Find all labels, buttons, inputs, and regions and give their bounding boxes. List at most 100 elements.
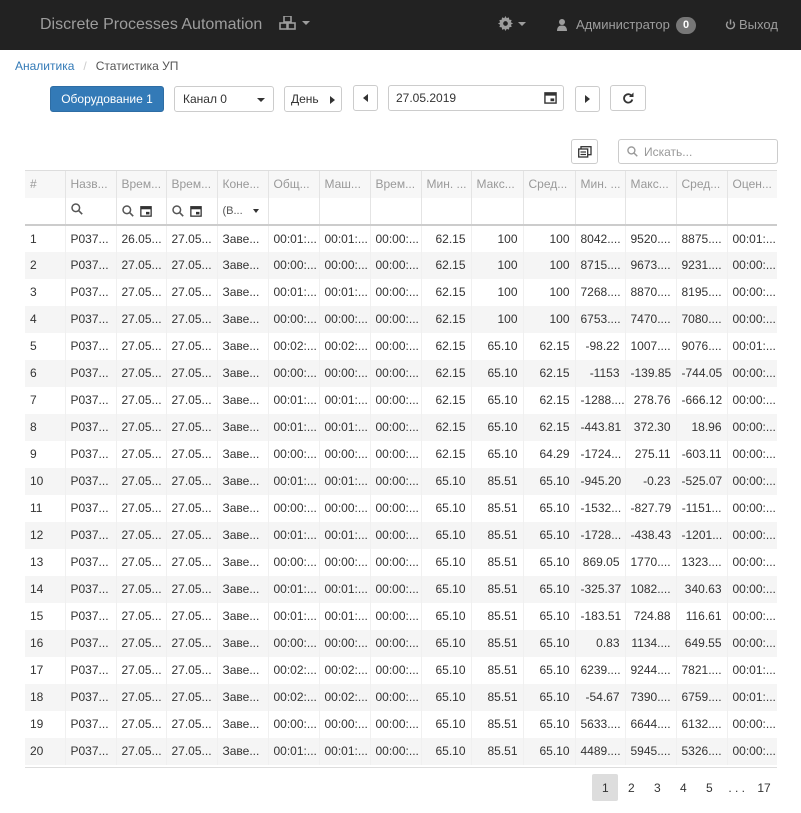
filter-cell-name[interactable] xyxy=(64,197,116,226)
cell-time: 00:00:... xyxy=(369,548,421,576)
filter-cell-end-time[interactable] xyxy=(165,197,217,226)
calendar-icon[interactable] xyxy=(544,91,557,104)
equipment-button[interactable]: Оборудование 1 xyxy=(50,86,164,112)
nav-settings-dropdown[interactable] xyxy=(498,16,526,31)
table-row[interactable]: 12 P037... 27.05... 27.05... Заве... 00:01:..… xyxy=(25,521,777,549)
cell-estimate: 00:00:... xyxy=(726,710,777,738)
table-row[interactable]: 16 P037... 27.05... 27.05... Заве... 00:00:..… xyxy=(25,629,777,657)
cell-machine-time: 00:01:... xyxy=(318,602,370,630)
table-row[interactable]: 5 P037... 27.05... 27.05... Заве... 00:02:...… xyxy=(25,332,777,360)
column-header-time[interactable]: Врем... xyxy=(369,170,421,198)
table-row[interactable]: 14 P037... 27.05... 27.05... Заве... 00:01:..… xyxy=(25,575,777,603)
date-input[interactable]: 27.05.2019 xyxy=(388,85,564,111)
calendar-icon[interactable] xyxy=(189,205,202,217)
column-header-min-2[interactable]: Мин. ... xyxy=(574,170,625,198)
filter-cell xyxy=(369,197,421,226)
nav-modules-dropdown[interactable] xyxy=(279,16,310,30)
cell-index: 14 xyxy=(25,575,65,603)
table-row[interactable]: 7 P037... 27.05... 27.05... Заве... 00:01:...… xyxy=(25,386,777,414)
filter-cell-end-status[interactable]: (В... xyxy=(216,197,268,226)
cell-total-time: 00:00:... xyxy=(267,710,319,738)
column-header-name[interactable]: Назв... xyxy=(64,170,116,198)
cell-avg-2: -1201... xyxy=(675,521,727,549)
table-row[interactable]: 18 P037... 27.05... 27.05... Заве... 00:02:..… xyxy=(25,683,777,711)
period-select[interactable]: День xyxy=(284,86,342,112)
search-icon[interactable] xyxy=(70,203,83,215)
page-button[interactable]: 3 xyxy=(644,774,670,801)
cell-min-2: 5633.... xyxy=(574,710,625,738)
cell-min-1: 65.10 xyxy=(420,494,471,522)
column-header-index[interactable]: # xyxy=(25,170,65,198)
cell-end-time: 27.05... xyxy=(165,305,217,333)
search-box[interactable]: Искать... xyxy=(618,139,778,164)
page-button-last[interactable]: 17 xyxy=(751,774,777,801)
column-header-avg-2[interactable]: Сред... xyxy=(675,170,727,198)
cell-avg-1: 65.10 xyxy=(522,467,575,495)
table-row[interactable]: 20 P037... 27.05... 27.05... Заве... 00:01:..… xyxy=(25,737,777,765)
table-row[interactable]: 4 P037... 27.05... 27.05... Заве... 00:00:...… xyxy=(25,305,777,333)
cell-end-time: 27.05... xyxy=(165,278,217,306)
column-header-avg-1[interactable]: Сред... xyxy=(522,170,575,198)
search-icon[interactable] xyxy=(121,204,134,217)
cell-index: 9 xyxy=(30,447,37,461)
column-header-end-time[interactable]: Врем... xyxy=(165,170,217,198)
filter-cell-start-time[interactable] xyxy=(115,197,166,226)
page-button[interactable]: 4 xyxy=(670,774,696,801)
cell-index: 20 xyxy=(25,737,65,765)
table-row[interactable]: 3 P037... 27.05... 27.05... Заве... 00:01:...… xyxy=(25,278,777,306)
cell-avg-1: 65.10 xyxy=(522,521,575,549)
cell-machine-time: 00:01:... xyxy=(318,575,370,603)
cell-end-status: Заве... xyxy=(216,359,268,387)
cell-end-status: Заве... xyxy=(216,440,268,468)
cell-time: 00:00:... xyxy=(369,602,421,630)
search-input[interactable]: Искать... xyxy=(644,145,692,159)
table-row[interactable]: 13 P037... 27.05... 27.05... Заве... 00:00:..… xyxy=(25,548,777,576)
page-button[interactable]: 5 xyxy=(696,774,722,801)
column-header-start-time[interactable]: Врем... xyxy=(115,170,166,198)
cell-avg-2: 649.55 xyxy=(675,629,727,657)
breadcrumb-analytics[interactable]: Аналитика xyxy=(15,59,74,73)
cell-machine-time: 00:00:... xyxy=(318,548,370,576)
column-header-machine-time[interactable]: Маш... xyxy=(318,170,370,198)
cell-time: 00:00:... xyxy=(369,710,421,738)
table-row[interactable]: 8 P037... 27.05... 27.05... Заве... 00:01:...… xyxy=(25,413,777,441)
page-button[interactable]: 1 xyxy=(592,774,619,801)
table-row[interactable]: 10 P037... 27.05... 27.05... Заве... 00:01:..… xyxy=(25,467,777,495)
table-row[interactable]: 17 P037... 27.05... 27.05... Заве... 00:02:..… xyxy=(25,656,777,684)
calendar-icon[interactable] xyxy=(139,205,152,217)
column-header-estimate[interactable]: Оцен... xyxy=(726,170,777,198)
cell-avg-1: 65.10 xyxy=(522,737,575,765)
table-row[interactable]: 9 P037... 27.05... 27.05... Заве... 00:00:...… xyxy=(25,440,777,468)
cell-min-2: -325.37 xyxy=(574,575,625,603)
column-header-min-1[interactable]: Мин. ... xyxy=(420,170,471,198)
cell-max-2: 9673.... xyxy=(624,251,676,279)
refresh-button[interactable] xyxy=(610,85,646,111)
logout-link[interactable]: Выход xyxy=(725,17,778,32)
search-icon[interactable] xyxy=(171,204,184,217)
cell-end-time: 27.05... xyxy=(165,440,217,468)
cell-min-2: 0.83 xyxy=(574,629,625,657)
page-button[interactable]: 2 xyxy=(618,774,644,801)
column-header-max-1[interactable]: Макс... xyxy=(470,170,523,198)
table-row[interactable]: 1 P037... 26.05... 27.05... Заве... 00:01:...… xyxy=(25,224,777,252)
table-row[interactable]: 19 P037... 27.05... 27.05... Заве... 00:00:..… xyxy=(25,710,777,738)
table-row[interactable]: 6 P037... 27.05... 27.05... Заве... 00:00:...… xyxy=(25,359,777,387)
table-row[interactable]: 11 P037... 27.05... 27.05... Заве... 00:00:..… xyxy=(25,494,777,522)
column-header-end-status[interactable]: Коне... xyxy=(216,170,268,198)
nav-user-menu[interactable]: Администратор xyxy=(557,17,670,32)
cell-end-status: Заве... xyxy=(216,575,268,603)
notification-badge[interactable]: 0 xyxy=(676,17,696,34)
column-chooser-button[interactable] xyxy=(571,139,598,164)
table-row[interactable]: 15 P037... 27.05... 27.05... Заве... 00:01:..… xyxy=(25,602,777,630)
next-date-button[interactable] xyxy=(575,86,600,112)
cell-avg-2: 8875.... xyxy=(675,224,727,252)
channel-select[interactable]: Канал 0 xyxy=(174,86,274,112)
prev-date-button[interactable] xyxy=(353,85,378,111)
table-row[interactable]: 2 P037... 27.05... 27.05... Заве... 00:00:...… xyxy=(25,251,777,279)
cell-total-time: 00:01:... xyxy=(267,386,319,414)
cell-avg-1: 65.10 xyxy=(522,602,575,630)
cell-total-time: 00:02:... xyxy=(267,683,319,711)
brand-title[interactable]: Discrete Processes Automation xyxy=(40,16,262,34)
column-header-max-2[interactable]: Макс... xyxy=(624,170,676,198)
column-header-total-time[interactable]: Общ... xyxy=(267,170,319,198)
